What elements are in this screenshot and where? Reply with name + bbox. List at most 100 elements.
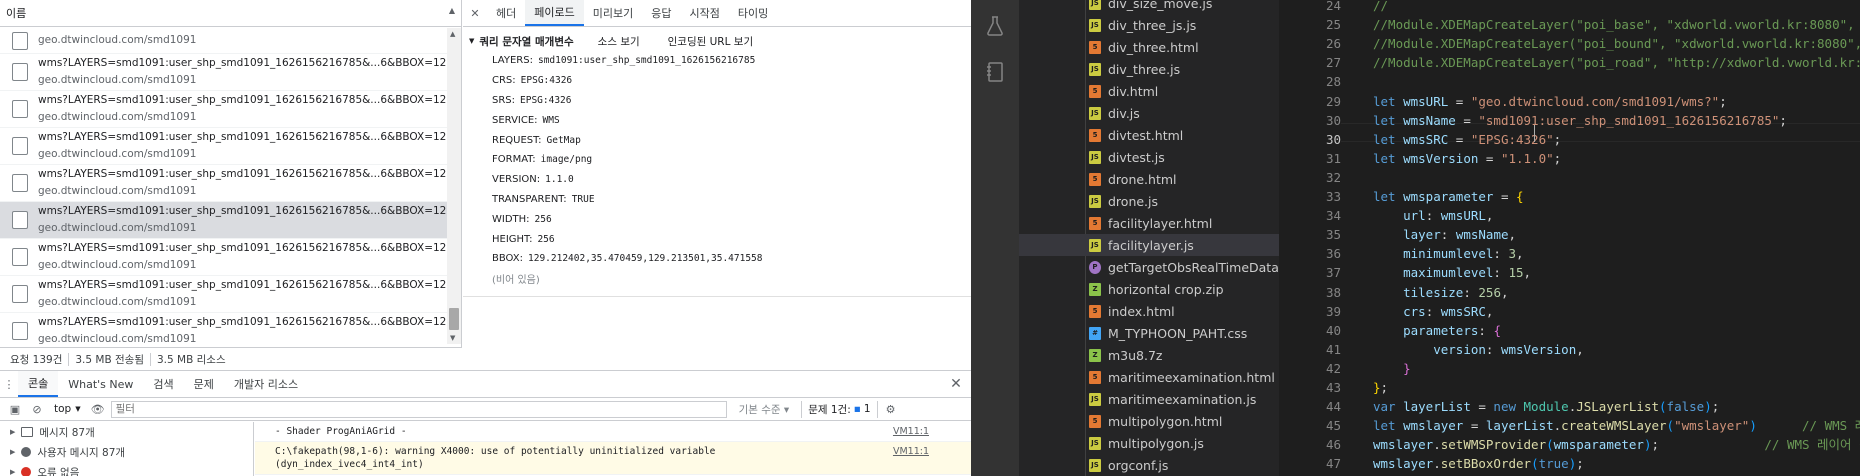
- row-checkbox[interactable]: [12, 248, 28, 266]
- view-source-link[interactable]: 소스 보기: [598, 34, 640, 49]
- file-item[interactable]: JS facilitylayer.js: [1019, 234, 1279, 256]
- drawer-tab-4[interactable]: 개발자 리소스: [224, 371, 308, 397]
- scrollbar-thumb[interactable]: [449, 308, 459, 330]
- source-link[interactable]: VM11:1: [893, 425, 929, 438]
- code-line: var layerList = new Module.JSLayerList(f…: [1373, 397, 1719, 416]
- file-item[interactable]: Zm3u8.7z: [1019, 344, 1279, 366]
- gear-icon[interactable]: ⚙: [882, 403, 900, 416]
- file-item[interactable]: JS div_size_move.js: [1019, 0, 1279, 14]
- tab-3[interactable]: 응답: [642, 0, 680, 26]
- query-params-header[interactable]: ▼ 쿼리 문자열 매개변수 소스 보기 인코딩된 URL 보기: [469, 31, 971, 51]
- param-value[interactable]: GetMap: [547, 135, 581, 146]
- file-item[interactable]: 5 div_three.html: [1019, 36, 1279, 58]
- file-item[interactable]: JS orgconf.js: [1019, 454, 1279, 476]
- tab-0[interactable]: 헤더: [487, 0, 525, 26]
- source-link[interactable]: VM11:1: [893, 445, 929, 458]
- row-checkbox[interactable]: [12, 174, 28, 192]
- file-item[interactable]: JS multipolygon.js: [1019, 432, 1279, 454]
- row-checkbox[interactable]: [12, 285, 28, 303]
- drawer-tab-2[interactable]: 검색: [143, 371, 183, 397]
- code-editor[interactable]: 24 // 25 //Module.XDEMapCreateLayer("poi_ba…: [1279, 0, 1860, 476]
- row-checkbox[interactable]: [12, 211, 28, 229]
- tab-5[interactable]: 타이밍: [729, 0, 777, 26]
- param-value[interactable]: 1.1.0: [545, 174, 574, 185]
- file-item[interactable]: # M_TYPHOON_PAHT.css: [1019, 322, 1279, 344]
- request-row[interactable]: wms?LAYERS=smd1091:user_shp_smd1091_1626…: [0, 239, 448, 276]
- request-row[interactable]: wms?LAYERS=smd1091:user_shp_smd1091_1626…: [0, 91, 448, 128]
- sidebar-item[interactable]: ▶ 사용자 메시지 87개: [0, 442, 253, 462]
- name-column-header[interactable]: 이름 ▲: [0, 0, 461, 27]
- param-value[interactable]: WMS: [543, 115, 560, 126]
- code-token: "smd1091:user_shp_smd1091_1626156216785": [1478, 112, 1780, 128]
- code-token: .: [1433, 456, 1441, 472]
- file-item[interactable]: 5 facilitylayer.html: [1019, 212, 1279, 234]
- code-token: =: [1455, 112, 1479, 128]
- scroll-up-icon[interactable]: ▲: [450, 30, 455, 38]
- tab-4[interactable]: 시작점: [680, 0, 728, 26]
- file-item[interactable]: 5 index.html: [1019, 300, 1279, 322]
- context-selector[interactable]: top ▼: [50, 403, 85, 415]
- row-checkbox[interactable]: [12, 31, 28, 50]
- file-item[interactable]: JS divtest.js: [1019, 146, 1279, 168]
- file-item[interactable]: JS div.js: [1019, 102, 1279, 124]
- drawer-tab-0[interactable]: 콘솔: [18, 371, 59, 397]
- request-row[interactable]: wms?LAYERS=smd1091:user_shp_smd1091_1626…: [0, 165, 448, 202]
- param-value[interactable]: image/png: [541, 154, 592, 165]
- param-value[interactable]: EPSG:4326: [521, 75, 572, 86]
- console-filter-input[interactable]: [110, 400, 727, 418]
- request-row[interactable]: wms?LAYERS=smd1091:user_shp_smd1091_1626…: [0, 202, 448, 239]
- notebook-icon[interactable]: [983, 60, 1007, 84]
- log-levels-dropdown[interactable]: 기본 수준 ▾: [731, 402, 798, 417]
- row-checkbox[interactable]: [12, 137, 28, 155]
- request-row[interactable]: wms?LAYERS=smd1091:user_shp_smd1091_1626…: [0, 54, 448, 91]
- more-menu-icon[interactable]: ⋮: [0, 371, 18, 397]
- eye-icon[interactable]: 👁: [89, 403, 107, 416]
- view-encoded-link[interactable]: 인코딩된 URL 보기: [668, 34, 753, 49]
- line-number: 44: [1325, 399, 1341, 415]
- drawer-tab-1[interactable]: What's New: [58, 371, 143, 397]
- request-row[interactable]: geo.dtwincloud.com/smd1091: [0, 28, 448, 54]
- close-icon[interactable]: ✕: [463, 0, 487, 26]
- param-value[interactable]: 129.212402,35.470459,129.213501,35.47155…: [528, 253, 763, 264]
- file-item[interactable]: JS drone.js: [1019, 190, 1279, 212]
- request-row[interactable]: wms?LAYERS=smd1091:user_shp_smd1091_1626…: [0, 128, 448, 165]
- sidebar-toggle-icon[interactable]: ▣: [6, 403, 24, 416]
- file-item[interactable]: 5 multipolygon.html: [1019, 410, 1279, 432]
- collapse-triangle-icon[interactable]: ▼: [469, 37, 474, 45]
- list-scrollbar[interactable]: ▲ ▼: [447, 28, 461, 344]
- file-item[interactable]: 5 div.html: [1019, 80, 1279, 102]
- file-item[interactable]: JS div_three_js.js: [1019, 14, 1279, 36]
- close-drawer-icon[interactable]: ✕: [941, 371, 971, 397]
- row-checkbox[interactable]: [12, 100, 28, 118]
- tab-2[interactable]: 미리보기: [584, 0, 642, 26]
- file-item[interactable]: 5 maritimeexamination.html: [1019, 366, 1279, 388]
- param-value[interactable]: smd1091:user_shp_smd1091_1626156216785: [538, 55, 755, 66]
- flask-icon[interactable]: [983, 14, 1007, 38]
- request-row[interactable]: wms?LAYERS=smd1091:user_shp_smd1091_1626…: [0, 313, 448, 344]
- file-item[interactable]: JS maritimeexamination.js: [1019, 388, 1279, 410]
- file-item[interactable]: 5 divtest.html: [1019, 124, 1279, 146]
- expand-arrow-icon[interactable]: ▶: [10, 468, 15, 476]
- code-token: ): [1749, 418, 1757, 434]
- file-item[interactable]: PgetTargetObsRealTimeData.p...: [1019, 256, 1303, 278]
- param-value[interactable]: EPSG:4326: [520, 95, 571, 106]
- drawer-tab-3[interactable]: 문제: [184, 371, 224, 397]
- scroll-down-icon[interactable]: ▼: [450, 334, 455, 342]
- row-checkbox[interactable]: [12, 63, 28, 81]
- file-item[interactable]: JS div_three.js: [1019, 58, 1279, 80]
- file-item[interactable]: 5 drone.html: [1019, 168, 1279, 190]
- sort-arrow-icon[interactable]: ▲: [449, 6, 455, 15]
- sidebar-item[interactable]: ▶ 오류 없음: [0, 462, 253, 476]
- expand-arrow-icon[interactable]: ▶: [10, 448, 15, 456]
- param-value[interactable]: 256: [535, 214, 552, 225]
- tab-1[interactable]: 페이로드: [525, 0, 584, 26]
- param-value[interactable]: TRUE: [572, 194, 595, 205]
- param-value[interactable]: 256: [537, 234, 554, 245]
- request-row[interactable]: wms?LAYERS=smd1091:user_shp_smd1091_1626…: [0, 276, 448, 313]
- file-item[interactable]: Zhorizontal crop.zip: [1019, 278, 1279, 300]
- row-checkbox[interactable]: [12, 322, 28, 340]
- expand-arrow-icon[interactable]: ▶: [10, 428, 15, 436]
- issues-button[interactable]: 문제 1건: ▪ 1: [801, 400, 878, 418]
- sidebar-item[interactable]: ▶ 메시지 87개: [0, 422, 253, 442]
- clear-console-icon[interactable]: ⊘: [28, 403, 46, 416]
